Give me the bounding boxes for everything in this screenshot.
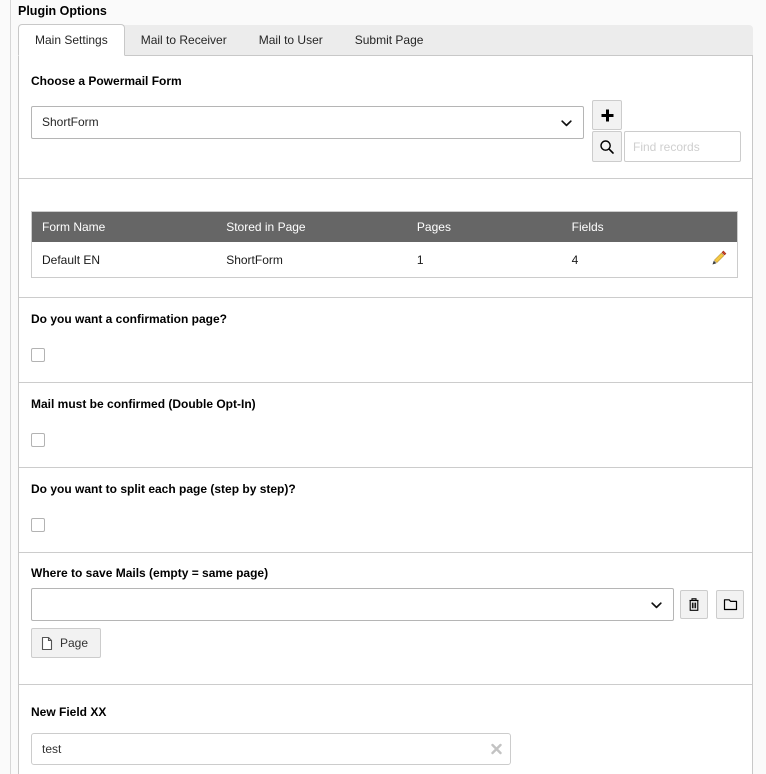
page-button-label: Page bbox=[60, 636, 88, 650]
double-opt-in-checkbox[interactable] bbox=[31, 433, 45, 447]
clear-input-icon[interactable] bbox=[491, 744, 502, 755]
folder-icon bbox=[723, 598, 738, 611]
cell-pages: 1 bbox=[407, 242, 562, 278]
add-record-button[interactable] bbox=[592, 100, 622, 130]
tab-submit-page[interactable]: Submit Page bbox=[339, 25, 440, 55]
cell-stored-in-page: ShortForm bbox=[216, 242, 407, 278]
new-field-label: New Field XX bbox=[31, 705, 740, 719]
new-field-input[interactable] bbox=[31, 733, 511, 765]
confirmation-page-label: Do you want a confirmation page? bbox=[31, 312, 740, 326]
section-save-mails: Where to save Mails (empty = same page) bbox=[19, 553, 752, 685]
remove-selection-button[interactable] bbox=[680, 590, 708, 619]
edit-record-button[interactable] bbox=[711, 250, 727, 266]
plus-icon bbox=[600, 108, 615, 123]
search-icon bbox=[599, 139, 615, 155]
section-confirmation-page: Do you want a confirmation page? bbox=[19, 298, 752, 383]
column-header-stored-in-page: Stored in Page bbox=[216, 212, 407, 243]
page-title: Plugin Options bbox=[18, 4, 766, 18]
chevron-down-icon bbox=[651, 602, 662, 609]
column-header-fields: Fields bbox=[562, 212, 682, 243]
page-button[interactable]: Page bbox=[31, 628, 101, 658]
choose-form-label: Choose a Powermail Form bbox=[31, 74, 740, 88]
trash-icon bbox=[687, 597, 701, 612]
column-header-form-name: Form Name bbox=[32, 212, 217, 243]
tab-mail-to-receiver[interactable]: Mail to Receiver bbox=[125, 25, 243, 55]
column-header-actions bbox=[682, 212, 738, 243]
tab-bar: Main Settings Mail to Receiver Mail to U… bbox=[18, 25, 753, 56]
find-records-input[interactable] bbox=[624, 131, 741, 162]
records-table: Form Name Stored in Page Pages Fields De… bbox=[31, 211, 738, 278]
split-pages-label: Do you want to split each page (step by … bbox=[31, 482, 740, 496]
confirmation-page-checkbox[interactable] bbox=[31, 348, 45, 362]
page-icon bbox=[41, 636, 53, 651]
search-button[interactable] bbox=[592, 131, 622, 162]
double-opt-in-label: Mail must be confirmed (Double Opt-In) bbox=[31, 397, 740, 411]
powermail-form-select[interactable]: ShortForm bbox=[31, 106, 584, 139]
section-double-opt-in: Mail must be confirmed (Double Opt-In) bbox=[19, 383, 752, 468]
tab-main-settings[interactable]: Main Settings bbox=[18, 24, 125, 56]
cell-form-name: Default EN bbox=[32, 242, 217, 278]
plugin-options-container: Plugin Options Main Settings Mail to Rec… bbox=[10, 0, 766, 774]
tab-content-panel: Choose a Powermail Form ShortForm bbox=[18, 56, 753, 774]
split-pages-checkbox[interactable] bbox=[31, 518, 45, 532]
tab-mail-to-user[interactable]: Mail to User bbox=[243, 25, 339, 55]
powermail-form-selected-value: ShortForm bbox=[42, 115, 99, 129]
section-choose-form: Choose a Powermail Form ShortForm bbox=[19, 56, 752, 179]
browse-records-button[interactable] bbox=[716, 590, 744, 619]
save-mails-select[interactable] bbox=[31, 588, 674, 621]
column-header-pages: Pages bbox=[407, 212, 562, 243]
cell-fields: 4 bbox=[562, 242, 682, 278]
section-records-table: Form Name Stored in Page Pages Fields De… bbox=[19, 179, 752, 298]
table-row: Default EN ShortForm 1 4 bbox=[32, 242, 738, 278]
save-mails-label: Where to save Mails (empty = same page) bbox=[31, 566, 740, 580]
pencil-icon bbox=[711, 250, 727, 266]
section-split-pages: Do you want to split each page (step by … bbox=[19, 468, 752, 553]
chevron-down-icon bbox=[561, 120, 572, 127]
table-header-row: Form Name Stored in Page Pages Fields bbox=[32, 212, 738, 243]
section-new-field: New Field XX bbox=[19, 685, 752, 774]
